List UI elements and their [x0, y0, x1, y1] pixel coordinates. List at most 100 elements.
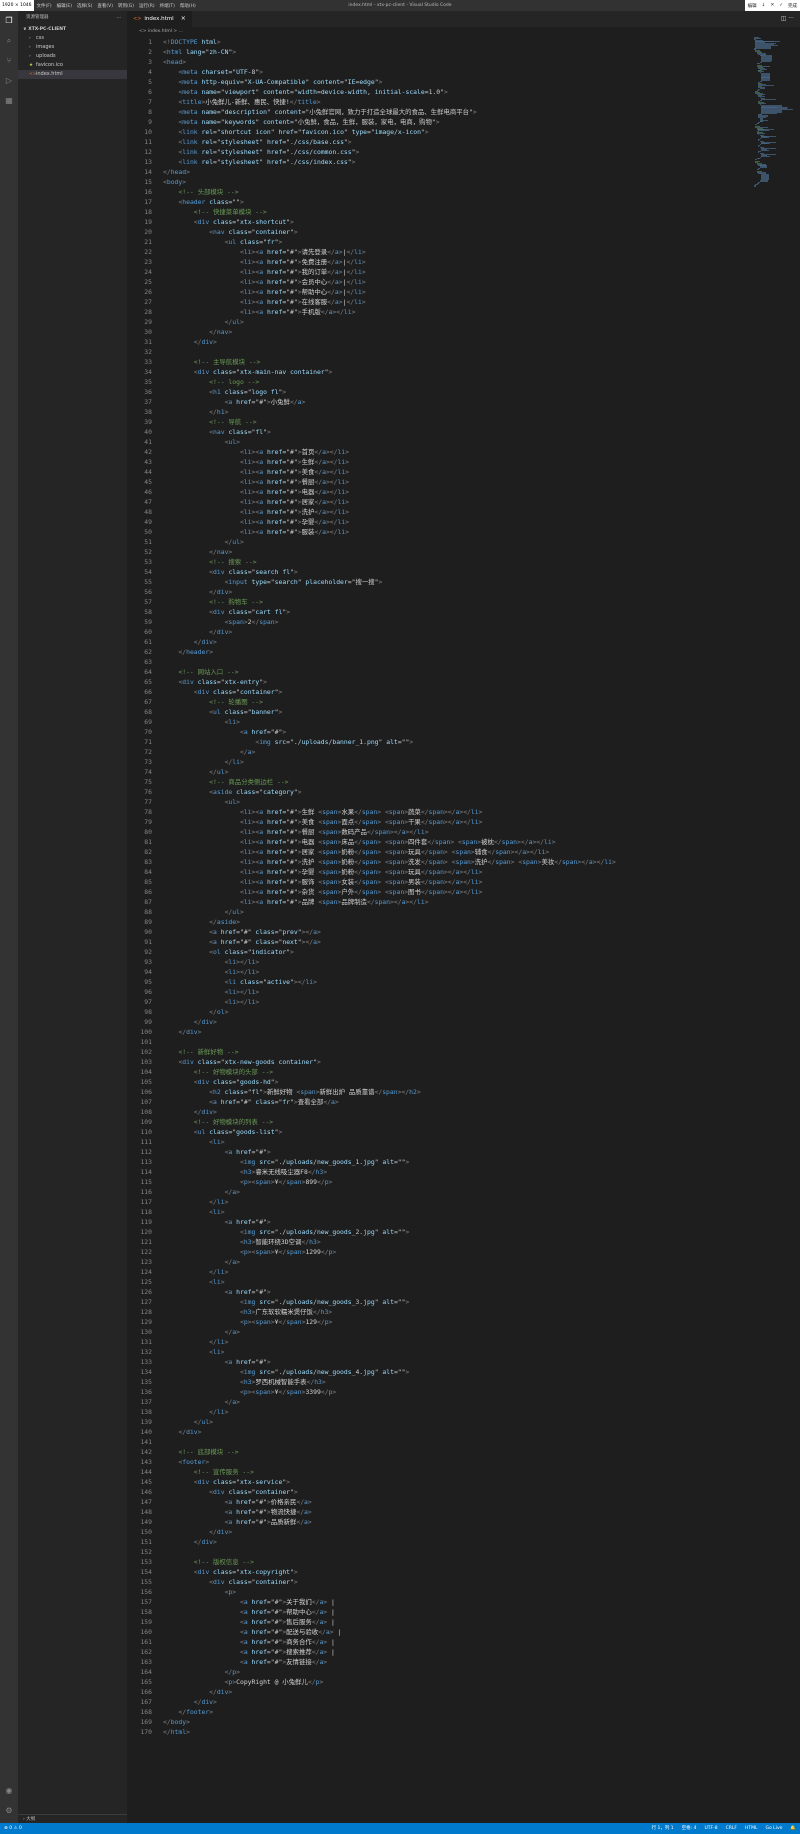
- code-line[interactable]: 39 <!-- 导航 -->: [127, 417, 747, 427]
- code-line[interactable]: 128 <h3>广东软软糯米煲仔饭</h3>: [127, 1307, 747, 1317]
- code-line[interactable]: 124 </li>: [127, 1267, 747, 1277]
- code-line[interactable]: 161 <a href="#">商务合作</a> |: [127, 1637, 747, 1647]
- code-line[interactable]: 125 <li>: [127, 1277, 747, 1287]
- tree-item-css[interactable]: › css: [18, 34, 127, 43]
- code-line[interactable]: 6 <meta name="viewport" content="width=d…: [127, 87, 747, 97]
- tree-item-index-html[interactable]: <>index.html: [18, 70, 127, 79]
- code-line[interactable]: 167 </div>: [127, 1697, 747, 1707]
- code-line[interactable]: 16 <!-- 头部模块 -->: [127, 187, 747, 197]
- status-item[interactable]: Go Live: [766, 1823, 783, 1834]
- code-line[interactable]: 55 <input type="search" placeholder="搜一搜…: [127, 577, 747, 587]
- tree-item-images[interactable]: › images: [18, 43, 127, 52]
- code-line[interactable]: 135 <h3>罗西机械智能手表</h3>: [127, 1377, 747, 1387]
- code-line[interactable]: 117 </li>: [127, 1197, 747, 1207]
- code-line[interactable]: 44 <li><a href="#">美食</a></li>: [127, 467, 747, 477]
- account-icon[interactable]: ◉: [4, 1786, 14, 1796]
- code-line[interactable]: 45 <li><a href="#">餐厨</a></li>: [127, 477, 747, 487]
- code-line[interactable]: 97 <li></li>: [127, 997, 747, 1007]
- code-line[interactable]: 158 <a href="#">帮助中心</a> |: [127, 1607, 747, 1617]
- code-line[interactable]: 92 <ol class="indicator">: [127, 947, 747, 957]
- code-line[interactable]: 13 <link rel="stylesheet" href="./css/in…: [127, 157, 747, 167]
- code-line[interactable]: 11 <link rel="stylesheet" href="./css/ba…: [127, 137, 747, 147]
- status-item[interactable]: 行 1，列 1: [652, 1823, 674, 1834]
- code-line[interactable]: 145 <div class="xtx-service">: [127, 1477, 747, 1487]
- code-line[interactable]: 10 <link rel="shortcut icon" href="favic…: [127, 127, 747, 137]
- code-line[interactable]: 159 <a href="#">售后服务</a> |: [127, 1617, 747, 1627]
- code-line[interactable]: 126 <a href="#">: [127, 1287, 747, 1297]
- code-line[interactable]: 12 <link rel="stylesheet" href="./css/co…: [127, 147, 747, 157]
- code-line[interactable]: 50 <li><a href="#">服装</a></li>: [127, 527, 747, 537]
- code-line[interactable]: 30 </nav>: [127, 327, 747, 337]
- menu-item[interactable]: 终端(T): [160, 4, 175, 9]
- problems-indicator[interactable]: ⊗ 0 ⚠ 0: [4, 1823, 22, 1834]
- code-line[interactable]: 122 <p><span>¥</span>1299</p>: [127, 1247, 747, 1257]
- code-line[interactable]: 106 <h2 class="fl">新鲜好物 <span>新鲜出炉 品质靠谱<…: [127, 1087, 747, 1097]
- code-line[interactable]: 36 <h1 class="logo fl">: [127, 387, 747, 397]
- tree-item-uploads[interactable]: › uploads: [18, 52, 127, 61]
- editor-actions[interactable]: ◫ ···: [781, 11, 794, 27]
- code-line[interactable]: 113 <img src="./uploads/new_goods_1.jpg"…: [127, 1157, 747, 1167]
- code-line[interactable]: 20 <nav class="container">: [127, 227, 747, 237]
- code-line[interactable]: 61 </div>: [127, 637, 747, 647]
- explorer-icon[interactable]: ❐: [4, 16, 14, 26]
- code-line[interactable]: 149 <a href="#">品质新鲜</a>: [127, 1517, 747, 1527]
- close-icon[interactable]: ×: [181, 11, 186, 27]
- code-line[interactable]: 15 <body>: [127, 177, 747, 187]
- code-line[interactable]: 103 <div class="xtx-new-goods container"…: [127, 1057, 747, 1067]
- code-line[interactable]: 165 <p>CopyRight @ 小兔鲜儿</p>: [127, 1677, 747, 1687]
- minimap[interactable]: [752, 37, 800, 187]
- code-line[interactable]: 131 </li>: [127, 1337, 747, 1347]
- run-debug-icon[interactable]: ▷: [4, 76, 14, 86]
- code-line[interactable]: 18 <!-- 快捷菜单模块 -->: [127, 207, 747, 217]
- code-line[interactable]: 142 <!-- 底部模块 -->: [127, 1447, 747, 1457]
- code-line[interactable]: 95 <li class="active"></li>: [127, 977, 747, 987]
- code-line[interactable]: 42 <li><a href="#">首页</a></li>: [127, 447, 747, 457]
- code-line[interactable]: 24 <li><a href="#">我的订单</a>|</li>: [127, 267, 747, 277]
- code-line[interactable]: 115 <p><span>¥</span>899</p>: [127, 1177, 747, 1187]
- title-action[interactable]: ✓: [779, 3, 783, 8]
- code-line[interactable]: 59 <span>2</span>: [127, 617, 747, 627]
- code-line[interactable]: 107 <a href="#" class="fr">查看全部</a>: [127, 1097, 747, 1107]
- manage-gear-icon[interactable]: ⚙: [4, 1806, 14, 1816]
- code-line[interactable]: 89 </aside>: [127, 917, 747, 927]
- code-line[interactable]: 29 </ul>: [127, 317, 747, 327]
- code-line[interactable]: 65 <div class="xtx-entry">: [127, 677, 747, 687]
- code-line[interactable]: 79 <li><a href="#">美食 <span>面点</span> <s…: [127, 817, 747, 827]
- code-line[interactable]: 76 <aside class="category">: [127, 787, 747, 797]
- code-line[interactable]: 111 <li>: [127, 1137, 747, 1147]
- code-line[interactable]: 27 <li><a href="#">在线客服</a>|</li>: [127, 297, 747, 307]
- code-line[interactable]: 129 <p><span>¥</span>129</p>: [127, 1317, 747, 1327]
- code-line[interactable]: 93 <li></li>: [127, 957, 747, 967]
- breadcrumb[interactable]: <> index.html > ...: [127, 27, 800, 37]
- code-line[interactable]: 49 <li><a href="#">孕婴</a></li>: [127, 517, 747, 527]
- code-line[interactable]: 153 <!-- 版权信息 -->: [127, 1557, 747, 1567]
- code-line[interactable]: 58 <div class="cart fl">: [127, 607, 747, 617]
- code-line[interactable]: 4 <meta charset="UTF-8">: [127, 67, 747, 77]
- menu-item[interactable]: 转到(G): [118, 4, 134, 9]
- code-line[interactable]: 99 </div>: [127, 1017, 747, 1027]
- code-line[interactable]: 22 <li><a href="#">请先登录</a>|</li>: [127, 247, 747, 257]
- code-line[interactable]: 51 </ul>: [127, 537, 747, 547]
- code-line[interactable]: 73 </li>: [127, 757, 747, 767]
- code-line[interactable]: 5 <meta http-equiv="X-UA-Compatible" con…: [127, 77, 747, 87]
- code-line[interactable]: 157 <a href="#">关于我们</a> |: [127, 1597, 747, 1607]
- code-line[interactable]: 23 <li><a href="#">免费注册</a>|</li>: [127, 257, 747, 267]
- code-line[interactable]: 54 <div class="search fl">: [127, 567, 747, 577]
- code-line[interactable]: 102 <!-- 新鲜好物 -->: [127, 1047, 747, 1057]
- tab-index-html[interactable]: <> index.html ×: [127, 11, 192, 27]
- code-line[interactable]: 141: [127, 1437, 747, 1447]
- code-line[interactable]: 81 <li><a href="#">电器 <span>床品</span> <s…: [127, 837, 747, 847]
- more-actions-icon[interactable]: ···: [116, 11, 121, 25]
- status-item[interactable]: 🔔: [790, 1823, 796, 1834]
- code-line[interactable]: 31 </div>: [127, 337, 747, 347]
- code-line[interactable]: 66 <div class="container">: [127, 687, 747, 697]
- code-line[interactable]: 136 <p><span>¥</span>3399</p>: [127, 1387, 747, 1397]
- code-line[interactable]: 60 </div>: [127, 627, 747, 637]
- code-line[interactable]: 146 <div class="container">: [127, 1487, 747, 1497]
- code-line[interactable]: 169 </body>: [127, 1717, 747, 1727]
- code-line[interactable]: 88 </ul>: [127, 907, 747, 917]
- code-line[interactable]: 94 <li></li>: [127, 967, 747, 977]
- code-line[interactable]: 87 <li><a href="#">品牌 <span>品牌制造</span><…: [127, 897, 747, 907]
- status-item[interactable]: 空格: 4: [682, 1823, 697, 1834]
- code-line[interactable]: 84 <li><a href="#">孕婴 <span>奶粉</span> <s…: [127, 867, 747, 877]
